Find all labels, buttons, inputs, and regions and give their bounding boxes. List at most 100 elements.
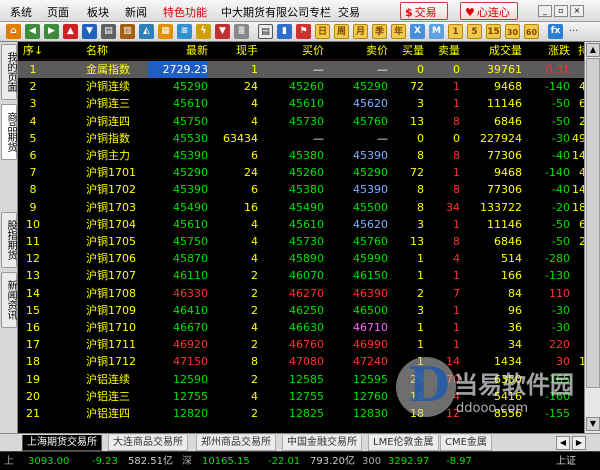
cell-volume: 39761 — [487, 63, 522, 76]
five-minute-button[interactable]: 5 — [467, 24, 482, 39]
tab-scroll-right-icon[interactable]: ▶ — [572, 436, 586, 450]
grid-icon[interactable]: ▦ — [158, 24, 173, 39]
heart-connect-button[interactable]: ♥ 心连心 — [460, 2, 518, 20]
table-row[interactable]: 20 沪铝连三 12755 4 12755 12760 13 4 5416 -160 — [18, 388, 600, 405]
header-bid-volume[interactable]: 买量 — [388, 42, 424, 60]
header-bid[interactable]: 买价 — [258, 42, 324, 60]
tab-zhengzhou-commodity[interactable]: 郑州商品交易所 — [196, 435, 276, 451]
table-row[interactable]: 1 金属指数 2729.23 1— —0 0 39761 0.31 — [18, 61, 600, 78]
cell-volume: 11146 — [487, 97, 522, 111]
year-period-button[interactable]: 年 — [391, 24, 406, 39]
menu-sector[interactable]: 板块 — [87, 4, 109, 19]
cell-volume: 166 — [501, 269, 522, 283]
menu-page[interactable]: 页面 — [47, 4, 69, 19]
back-icon[interactable]: ◀ — [25, 24, 40, 39]
cell-seq: 2 — [29, 80, 37, 94]
cell-volume: 77306 — [487, 183, 522, 197]
buy-icon[interactable]: ▲ — [63, 24, 78, 39]
table-row[interactable]: 5沪铜指数4553063434——00227924-304951 — [18, 130, 600, 147]
day-period-button[interactable]: 日 — [315, 24, 330, 39]
season-period-button[interactable]: 季 — [372, 24, 387, 39]
tab-dalian-commodity[interactable]: 大连商品交易所 — [108, 435, 188, 451]
tab-shanghai-futures[interactable]: 上海期货交易所 — [22, 435, 102, 451]
cell-hand: 4 — [251, 321, 258, 334]
home-icon[interactable]: ⌂ — [6, 24, 21, 39]
header-change[interactable]: 涨跌 — [522, 42, 570, 60]
mountain-icon[interactable]: ◭ — [139, 24, 154, 39]
report-icon[interactable]: ▤ — [101, 24, 116, 39]
close-button[interactable]: × — [570, 5, 584, 17]
table-row[interactable]: 10沪铜170445610445610456203111146-50675 — [18, 216, 600, 233]
table-row[interactable]: 21 沪铝连四 12820 2 12825 12830 18 12 8556 -155 — [18, 405, 600, 422]
table-row[interactable]: 3沪铜连三45610445610456203111146-50675 — [18, 95, 600, 112]
scroll-down-icon[interactable]: ▼ — [586, 417, 600, 431]
index3-label: 300 — [362, 456, 382, 467]
tab-lme-metals[interactable]: LME伦敦金属 — [368, 435, 439, 451]
more-icon[interactable]: ··· — [566, 24, 581, 39]
tab-scroll-left-icon[interactable]: ◀ — [556, 436, 570, 450]
tab-china-financial[interactable]: 中国金融交易所 — [282, 435, 362, 451]
trade-button[interactable]: $ 交易 — [400, 2, 448, 20]
table-row[interactable]: 13沪铜1707461102460704615011166-13048 — [18, 267, 600, 284]
sixty-minute-button[interactable]: 60 — [524, 24, 539, 39]
vertical-scrollbar[interactable]: ▲ ▼ — [584, 42, 600, 433]
table-row[interactable]: 15沪铜170946410246250465003196-3029 — [18, 302, 600, 319]
forward-icon[interactable]: ▶ — [44, 24, 59, 39]
table-row[interactable]: 19 沪铝连续 12590 2 12585 12595 29 70 6350 -165 — [18, 371, 600, 388]
table-row[interactable]: 17沪铜17114692024676046990113422015 — [18, 336, 600, 353]
table-row[interactable]: 16沪铜171046670446630467101136-3023 — [18, 319, 600, 336]
bar-chart-icon[interactable]: ▮ — [277, 24, 292, 39]
tab-index-futures[interactable]: 股指期货 — [1, 212, 17, 268]
multi-period-icon[interactable]: X — [410, 24, 425, 39]
one-minute-button[interactable]: 1 — [448, 24, 463, 39]
index3-value: 3292.97 — [388, 456, 430, 467]
header-ask-volume[interactable]: 卖量 — [424, 42, 460, 60]
list-icon[interactable]: ▤ — [258, 24, 273, 39]
scroll-up-icon[interactable]: ▲ — [586, 43, 600, 57]
cell-volume: 6846 — [494, 235, 522, 248]
cell-ask-volume: 1 — [453, 97, 460, 111]
funnel-icon[interactable]: ▼ — [215, 24, 230, 39]
tab-cme-metals[interactable]: CME金属 — [440, 435, 492, 451]
menu-trade[interactable]: 交易 — [338, 4, 360, 19]
cell-volume: 11146 — [487, 217, 522, 231]
header-seq[interactable]: 序↓ — [20, 42, 46, 60]
header-ask[interactable]: 卖价 — [324, 42, 388, 60]
lightning-icon[interactable]: ϟ — [196, 24, 211, 39]
sell-icon[interactable]: ▼ — [82, 24, 97, 39]
minimize-button[interactable]: _ — [538, 5, 552, 17]
table-row[interactable]: 12沪铜1706458704458904599014514-28079 — [18, 250, 600, 267]
tab-my-page[interactable]: 我的页面 — [1, 44, 17, 100]
menu-news[interactable]: 新闻 — [125, 4, 147, 19]
table-row[interactable]: 8沪铜170245390645380453908877306-401447 — [18, 181, 600, 198]
fifteen-minute-button[interactable]: 15 — [486, 24, 501, 39]
m-chart-icon[interactable]: M — [429, 24, 444, 39]
menu-special-features[interactable]: 特色功能 — [163, 4, 207, 19]
stack-icon[interactable]: ≡ — [177, 24, 192, 39]
header-hand[interactable]: 现手 — [208, 42, 258, 60]
tab-news[interactable]: 新闻资讯 — [1, 272, 17, 328]
chart-icon[interactable]: ▥ — [120, 24, 135, 39]
table-row[interactable]: 14沪铜17084633024627046390278411026 — [18, 285, 600, 302]
flag-icon[interactable]: ⚑ — [296, 24, 311, 39]
table-row[interactable]: 6沪铜主力45390645380453908877306-401447 — [18, 147, 600, 164]
table-row[interactable]: 18沪铜17124715084708047240114143430146 — [18, 353, 600, 370]
table-row[interactable]: 7沪铜1701452902445260452907219468-140488 — [18, 164, 600, 181]
thirty-minute-button[interactable]: 30 — [505, 24, 520, 39]
table-row[interactable]: 9沪铜170345490164549045500834133722-201847 — [18, 199, 600, 216]
scroll-thumb[interactable] — [586, 58, 600, 388]
table-row[interactable]: 2沪铜连续452902445260452907219468-140488 — [18, 78, 600, 95]
header-last[interactable]: 最新 — [148, 42, 208, 60]
table-row[interactable]: 4沪铜连四45750445730457601386846-50270 — [18, 113, 600, 130]
week-period-button[interactable]: 周 — [334, 24, 349, 39]
report-list-icon[interactable]: ≣ — [234, 24, 249, 39]
month-period-button[interactable]: 月 — [353, 24, 368, 39]
tab-commodity-futures[interactable]: 商品期货 — [1, 104, 17, 160]
header-volume[interactable]: 成交量 — [460, 42, 522, 60]
cell-hand: 24 — [244, 166, 258, 180]
table-row[interactable]: 11沪铜170545750445730457601386846-50270 — [18, 233, 600, 250]
maximize-button[interactable]: ▫ — [554, 5, 568, 17]
menu-system[interactable]: 系统 — [10, 4, 32, 19]
formula-icon[interactable]: fx — [548, 24, 563, 39]
menu-company-column[interactable]: 中大期货有限公司专栏 — [221, 4, 331, 19]
